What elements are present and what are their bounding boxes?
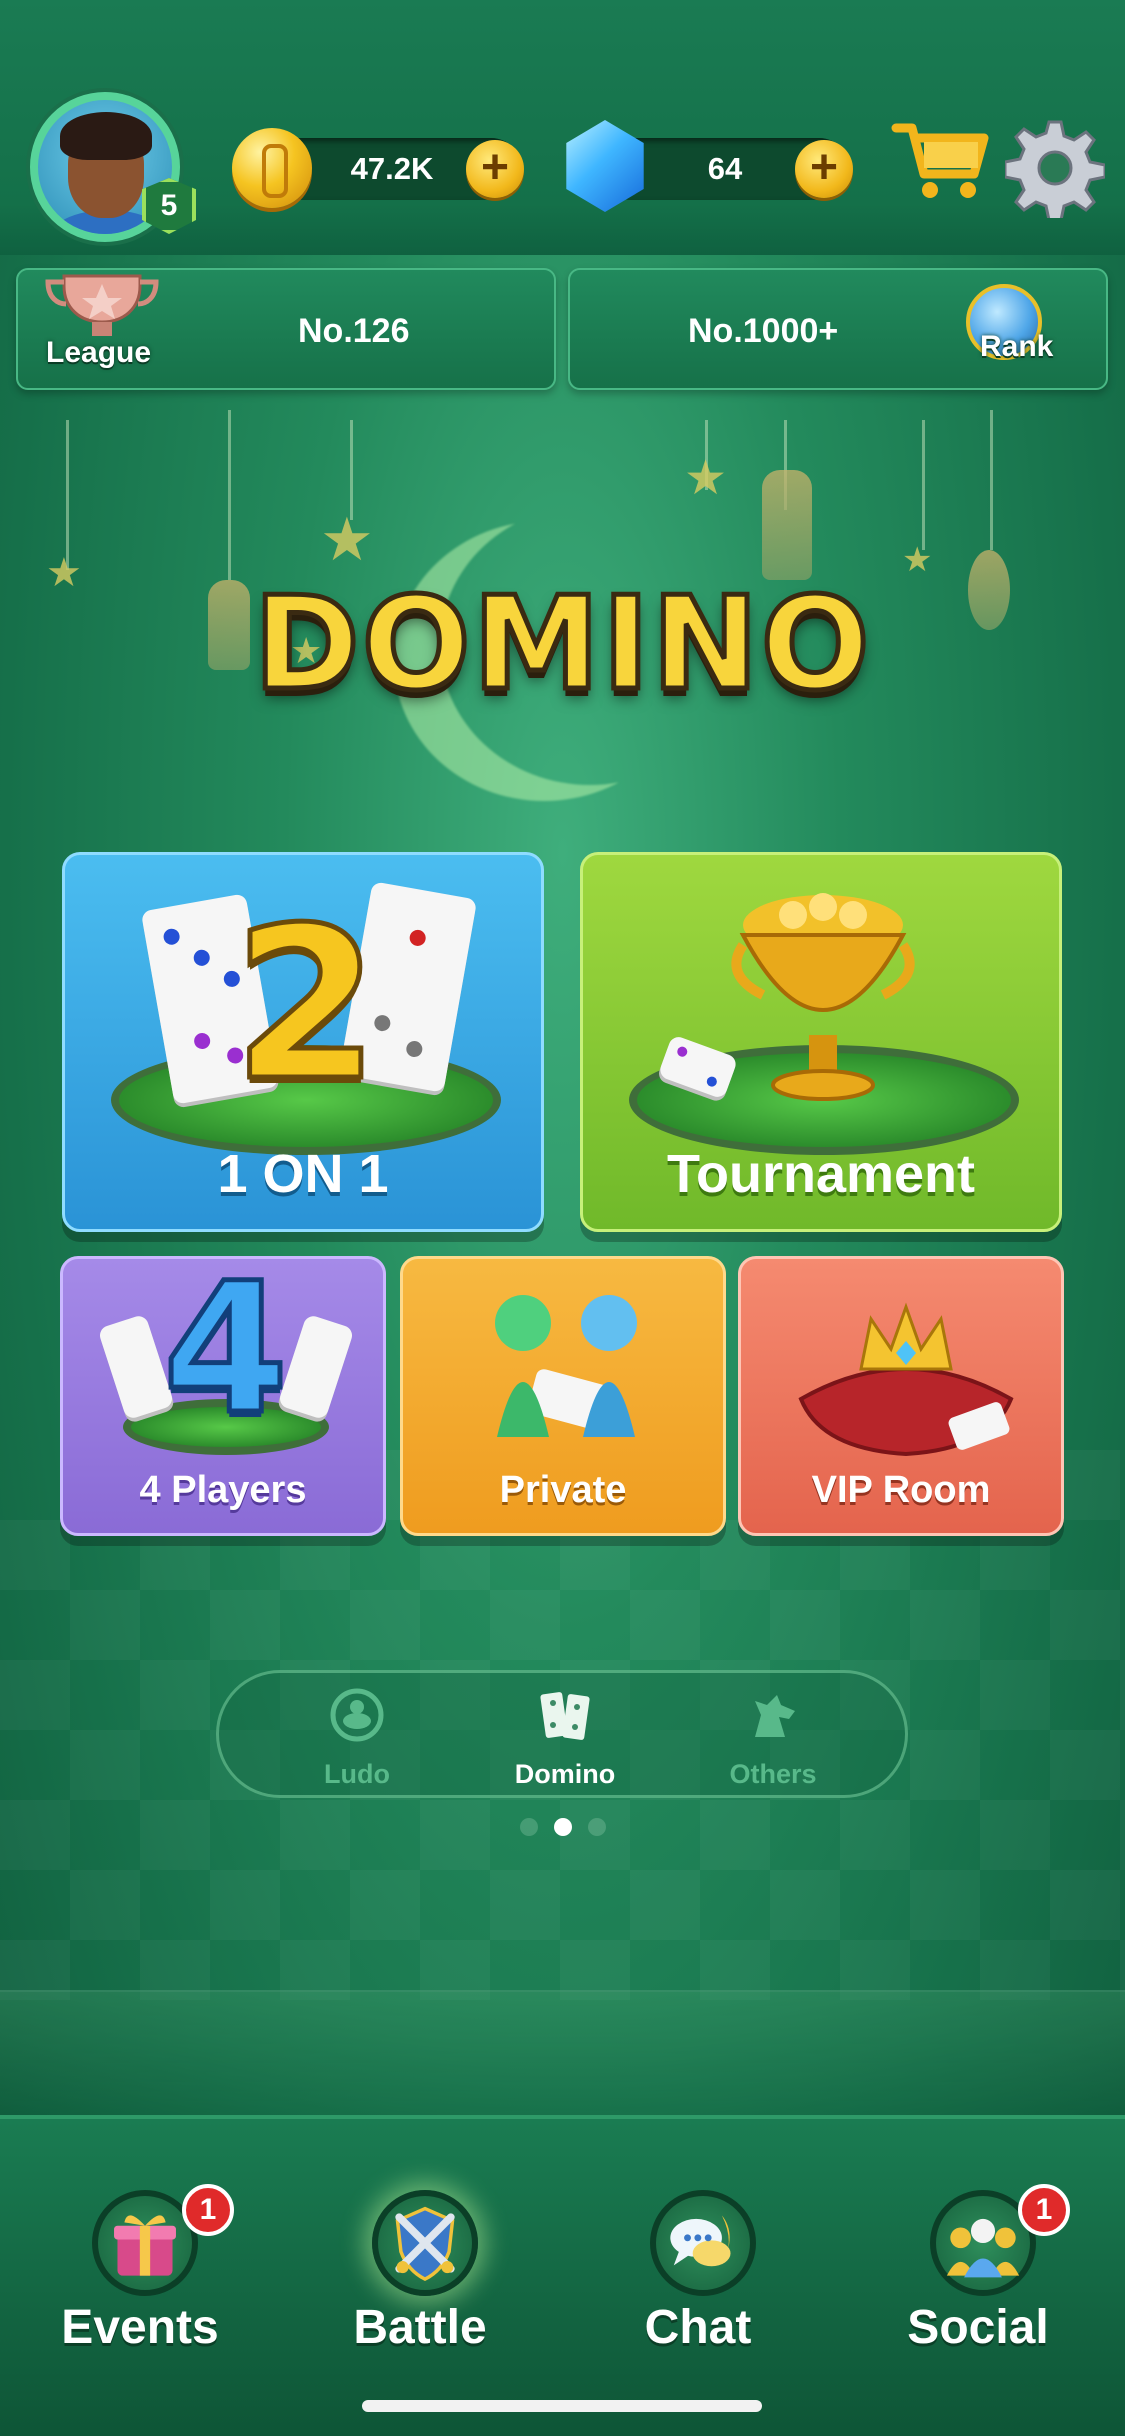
pawns-icon — [495, 1295, 637, 1437]
mode-4players-button[interactable]: 4 4 Players — [60, 1256, 386, 1536]
ornament-string — [990, 410, 993, 550]
game-switcher: Ludo Domino Others — [216, 1670, 908, 1798]
tab-others[interactable]: Others — [683, 1673, 863, 1801]
tab-ludo-label: Ludo — [324, 1759, 390, 1789]
crown-cushion-icon — [798, 1302, 1014, 1457]
domino-tile — [277, 1313, 355, 1421]
nav-chat-label: Chat — [644, 2301, 752, 2354]
page-dot-active — [554, 1818, 572, 1836]
mode-1on1-label: 1 ON 1 — [217, 1144, 389, 1204]
mode-private-label: Private — [499, 1469, 627, 1511]
nav-social[interactable]: 1 Social — [868, 2184, 1088, 2370]
tab-ludo[interactable]: Ludo — [267, 1673, 447, 1801]
ornament-string — [922, 420, 925, 550]
crossed-swords-icon — [395, 2206, 455, 2282]
mode-vip-room-button[interactable]: VIP Room — [738, 1256, 1064, 1536]
ornament-string — [66, 420, 69, 570]
chat-emblem — [650, 2190, 756, 2296]
mode-1on1-button[interactable]: 2 1 ON 1 — [62, 852, 544, 1232]
ornament-string — [228, 410, 231, 580]
four-players-number: 4 — [160, 1256, 290, 1454]
add-coins-button[interactable]: + — [466, 140, 524, 198]
nav-events[interactable]: 1 Events — [30, 2184, 250, 2370]
mode-tournament-button[interactable]: Tournament — [580, 852, 1062, 1232]
horse-icon — [755, 1695, 795, 1737]
coin-icon — [232, 128, 312, 208]
league-caption: League — [46, 336, 152, 369]
mode-4players-label: 4 Players — [139, 1469, 307, 1511]
star-icon: ★ — [684, 452, 728, 505]
tab-domino-label: Domino — [514, 1759, 616, 1789]
lantern-icon — [762, 470, 812, 580]
chat-bubble-icon — [670, 2215, 731, 2267]
nav-battle[interactable]: Battle — [310, 2190, 530, 2370]
domino-logo: DOMINO — [251, 568, 872, 722]
domino-tiles-icon — [540, 1692, 590, 1740]
add-gems-button[interactable]: + — [795, 140, 853, 198]
ludo-icon — [330, 1688, 384, 1742]
nav-events-label: Events — [61, 2301, 219, 2354]
mode-tournament-label: Tournament — [667, 1144, 975, 1204]
mode-vip-room-label: VIP Room — [811, 1469, 991, 1511]
star-icon: ★ — [320, 506, 374, 573]
page-indicator — [520, 1818, 606, 1838]
events-notification-badge: 1 — [182, 2184, 234, 2236]
settings-gear-icon[interactable] — [1005, 118, 1105, 218]
rank-position: No.1000+ — [688, 312, 839, 350]
one-on-one-number: 2 — [230, 882, 381, 1127]
gold-trophy-icon — [731, 893, 915, 1101]
home-indicator[interactable] — [362, 2400, 762, 2412]
people-icon — [946, 2218, 1020, 2278]
rank-caption: Rank — [980, 330, 1054, 363]
league-position: No.126 — [298, 312, 410, 350]
tab-domino[interactable]: Domino — [475, 1673, 655, 1801]
nav-chat[interactable]: Chat — [588, 2190, 808, 2370]
shop-cart-icon[interactable] — [890, 118, 990, 202]
avatar-hair — [60, 112, 152, 160]
page-dot — [520, 1818, 538, 1836]
social-notification-badge: 1 — [1018, 2184, 1070, 2236]
gift-icon — [114, 2215, 176, 2276]
page-dot — [588, 1818, 606, 1836]
mode-private-button[interactable]: Private — [400, 1256, 726, 1536]
tab-others-label: Others — [729, 1759, 817, 1789]
bottom-band — [0, 1990, 1125, 2115]
nav-social-label: Social — [907, 2301, 1049, 2354]
nav-battle-label: Battle — [353, 2301, 487, 2354]
battle-emblem — [372, 2190, 478, 2296]
